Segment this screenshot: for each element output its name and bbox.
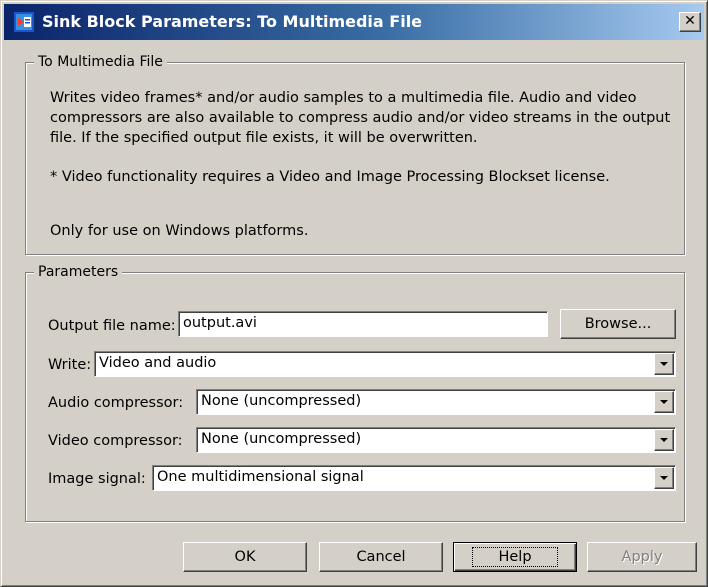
cancel-button-label: Cancel <box>356 549 406 565</box>
chevron-down-icon[interactable] <box>654 429 674 451</box>
close-icon: ✕ <box>684 13 696 29</box>
output-file-label: Output file name: <box>48 318 176 334</box>
description-groupbox: To Multimedia File Writes video frames* … <box>25 53 685 255</box>
video-compressor-label: Video compressor: <box>48 433 183 449</box>
image-signal-label: Image signal: <box>48 471 146 487</box>
window-title: Sink Block Parameters: To Multimedia Fil… <box>42 12 423 31</box>
audio-compressor-select[interactable]: None (uncompressed) <box>196 389 676 415</box>
audio-compressor-label: Audio compressor: <box>48 395 184 411</box>
apply-button[interactable]: Apply <box>587 542 697 572</box>
browse-button-label: Browse... <box>584 316 652 332</box>
help-button-label: Help <box>472 547 558 567</box>
chevron-down-icon[interactable] <box>654 467 674 489</box>
simulink-block-icon <box>14 12 34 32</box>
write-select[interactable]: Video and audio <box>94 351 676 377</box>
title-bar[interactable]: Sink Block Parameters: To Multimedia Fil… <box>4 4 704 40</box>
help-button[interactable]: Help <box>453 542 577 572</box>
close-button[interactable]: ✕ <box>679 12 701 32</box>
description-group-title: To Multimedia File <box>34 53 167 71</box>
chevron-down-icon[interactable] <box>654 391 674 413</box>
write-select-value: Video and audio <box>99 355 217 371</box>
license-note: * Video functionality requires a Video a… <box>50 169 610 185</box>
video-compressor-value: None (uncompressed) <box>201 431 362 447</box>
browse-button[interactable]: Browse... <box>560 309 676 339</box>
image-signal-select[interactable]: One multidimensional signal <box>152 465 676 491</box>
cancel-button[interactable]: Cancel <box>319 542 443 572</box>
audio-compressor-value: None (uncompressed) <box>201 393 362 409</box>
platform-note: Only for use on Windows platforms. <box>50 223 309 239</box>
ok-button[interactable]: OK <box>183 542 307 572</box>
video-compressor-select[interactable]: None (uncompressed) <box>196 427 676 453</box>
description-paragraph: Writes video frames* and/or audio sample… <box>50 90 671 146</box>
write-label: Write: <box>48 357 92 373</box>
output-file-input[interactable]: output.avi <box>178 311 548 337</box>
parameters-group-title: Parameters <box>34 263 123 281</box>
parameters-groupbox: Parameters Output file name: output.avi … <box>25 263 685 522</box>
image-signal-value: One multidimensional signal <box>157 469 364 485</box>
apply-button-label: Apply <box>621 549 663 565</box>
chevron-down-icon[interactable] <box>654 353 674 375</box>
ok-button-label: OK <box>234 549 256 565</box>
dialog-window: Sink Block Parameters: To Multimedia Fil… <box>0 0 708 587</box>
